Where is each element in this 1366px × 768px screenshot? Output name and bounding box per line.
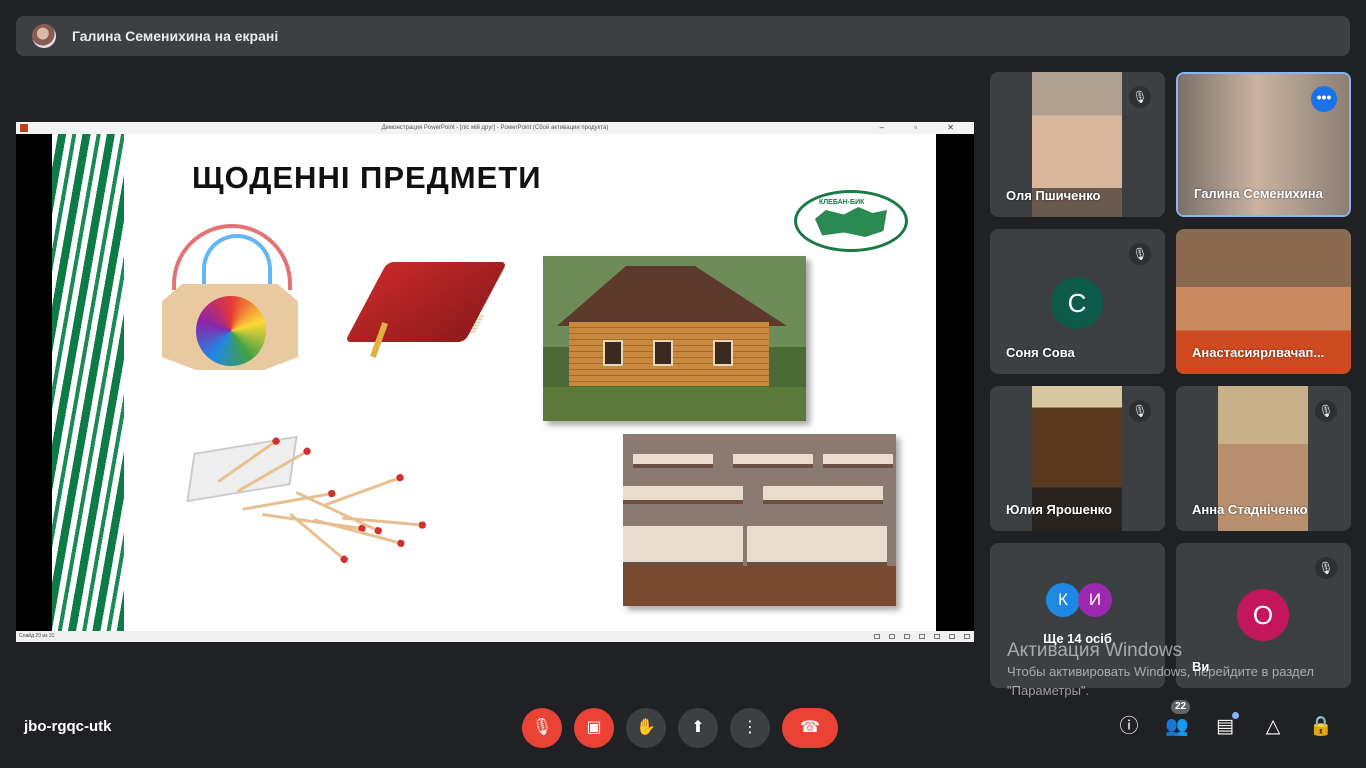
side-controls: ⓘ 👥 22 ▤ △ 🔒 bbox=[1116, 700, 1334, 742]
slide-title: ЩОДЕННІ ПРЕДМЕТИ bbox=[192, 160, 542, 195]
powerpoint-titlebar: Демонстрация PowerPoint - [ліс мій друг]… bbox=[16, 122, 974, 134]
participant-tile[interactable]: 🎙 Оля Пшиченко bbox=[990, 72, 1165, 217]
participant-name: Анна Стадніченко bbox=[1192, 502, 1308, 517]
participant-tile-active[interactable]: ••• Галина Семенихина bbox=[1176, 72, 1351, 217]
activities-icon[interactable]: △ bbox=[1260, 712, 1286, 742]
camera-off-icon[interactable]: ▣ bbox=[574, 708, 614, 748]
participant-count-badge: 22 bbox=[1171, 700, 1191, 714]
windows-activation-watermark: Активация Windows Чтобы активировать Win… bbox=[1007, 640, 1327, 700]
mic-off-icon: 🎙 bbox=[1129, 243, 1151, 265]
participant-name: Анастасиярлвачап... bbox=[1192, 345, 1325, 360]
participant-name: Галина Семенихина bbox=[1194, 186, 1323, 201]
matches-image bbox=[172, 430, 442, 561]
more-options-icon[interactable]: ••• bbox=[1311, 86, 1337, 112]
participant-tile[interactable]: Анастасиярлвачап... bbox=[1176, 229, 1351, 374]
participant-avatar: С bbox=[1051, 277, 1103, 329]
presenter-title: Галина Семенихина на екрані bbox=[72, 28, 279, 44]
reserve-logo: КЛЕБАН-БИК bbox=[794, 190, 908, 252]
host-controls-icon[interactable]: 🔒 bbox=[1308, 712, 1334, 742]
end-call-icon[interactable]: ☎ bbox=[782, 708, 838, 748]
participant-tile[interactable]: 🎙 Юлия Ярошенко bbox=[990, 386, 1165, 531]
participant-avatar: К bbox=[1046, 583, 1080, 617]
wooden-house-image bbox=[543, 256, 806, 421]
participant-name: Юлия Ярошенко bbox=[1006, 502, 1112, 517]
presenter-avatar bbox=[32, 24, 56, 48]
powerpoint-window-title: Демонстрация PowerPoint - [ліс мій друг]… bbox=[381, 125, 609, 131]
mic-off-icon[interactable]: 🎙 bbox=[522, 708, 562, 748]
participant-tile[interactable]: 🎙 Анна Стадніченко bbox=[1176, 386, 1351, 531]
more-vert-icon[interactable]: ⋮ bbox=[730, 708, 770, 748]
participant-name: Соня Сова bbox=[1006, 345, 1075, 360]
chat-icon[interactable]: ▤ bbox=[1212, 712, 1239, 742]
activity-cube-image bbox=[162, 224, 298, 374]
meeting-code: jbo-rgqc-utk bbox=[24, 718, 112, 735]
window-controls: – ▫ ✕ bbox=[879, 123, 968, 132]
powerpoint-icon bbox=[20, 124, 28, 132]
presenter-bar: Галина Семенихина на екрані bbox=[16, 16, 1350, 56]
participant-tile[interactable]: С 🎙 Соня Сова bbox=[990, 229, 1165, 374]
mic-off-icon: 🎙 bbox=[1129, 400, 1151, 422]
mic-off-icon: 🎙 bbox=[1129, 86, 1151, 108]
participant-avatar: И bbox=[1078, 583, 1112, 617]
present-screen-icon[interactable]: ⬆ bbox=[678, 708, 718, 748]
participant-name: Оля Пшиченко bbox=[1006, 188, 1101, 203]
logo-text: КЛЕБАН-БИК bbox=[819, 199, 865, 206]
watermark-title: Активация Windows bbox=[1007, 640, 1183, 661]
self-avatar: О bbox=[1237, 589, 1289, 641]
slide-decor-stripes bbox=[52, 134, 124, 631]
call-controls: 🎙 ▣ ✋ ⬆ ⋮ ☎ bbox=[522, 708, 838, 748]
slide: ЩОДЕННІ ПРЕДМЕТИ КЛЕБАН-БИК bbox=[52, 134, 936, 631]
powerpoint-statusbar: Слайд 20 из 31 bbox=[16, 631, 974, 642]
classroom-image bbox=[623, 434, 896, 606]
book-image bbox=[344, 262, 508, 362]
mic-off-icon: 🎙 bbox=[1315, 557, 1337, 579]
info-icon[interactable]: ⓘ bbox=[1116, 712, 1142, 742]
watermark-text: Чтобы активировать Windows, перейдите в … bbox=[1007, 664, 1314, 698]
shared-screen: Демонстрация PowerPoint - [ліс мій друг]… bbox=[16, 122, 974, 642]
people-icon[interactable]: 👥 22 bbox=[1164, 700, 1191, 742]
slide-counter: Слайд 20 из 31 bbox=[19, 633, 55, 639]
raise-hand-icon[interactable]: ✋ bbox=[626, 708, 666, 748]
mic-off-icon: 🎙 bbox=[1315, 400, 1337, 422]
